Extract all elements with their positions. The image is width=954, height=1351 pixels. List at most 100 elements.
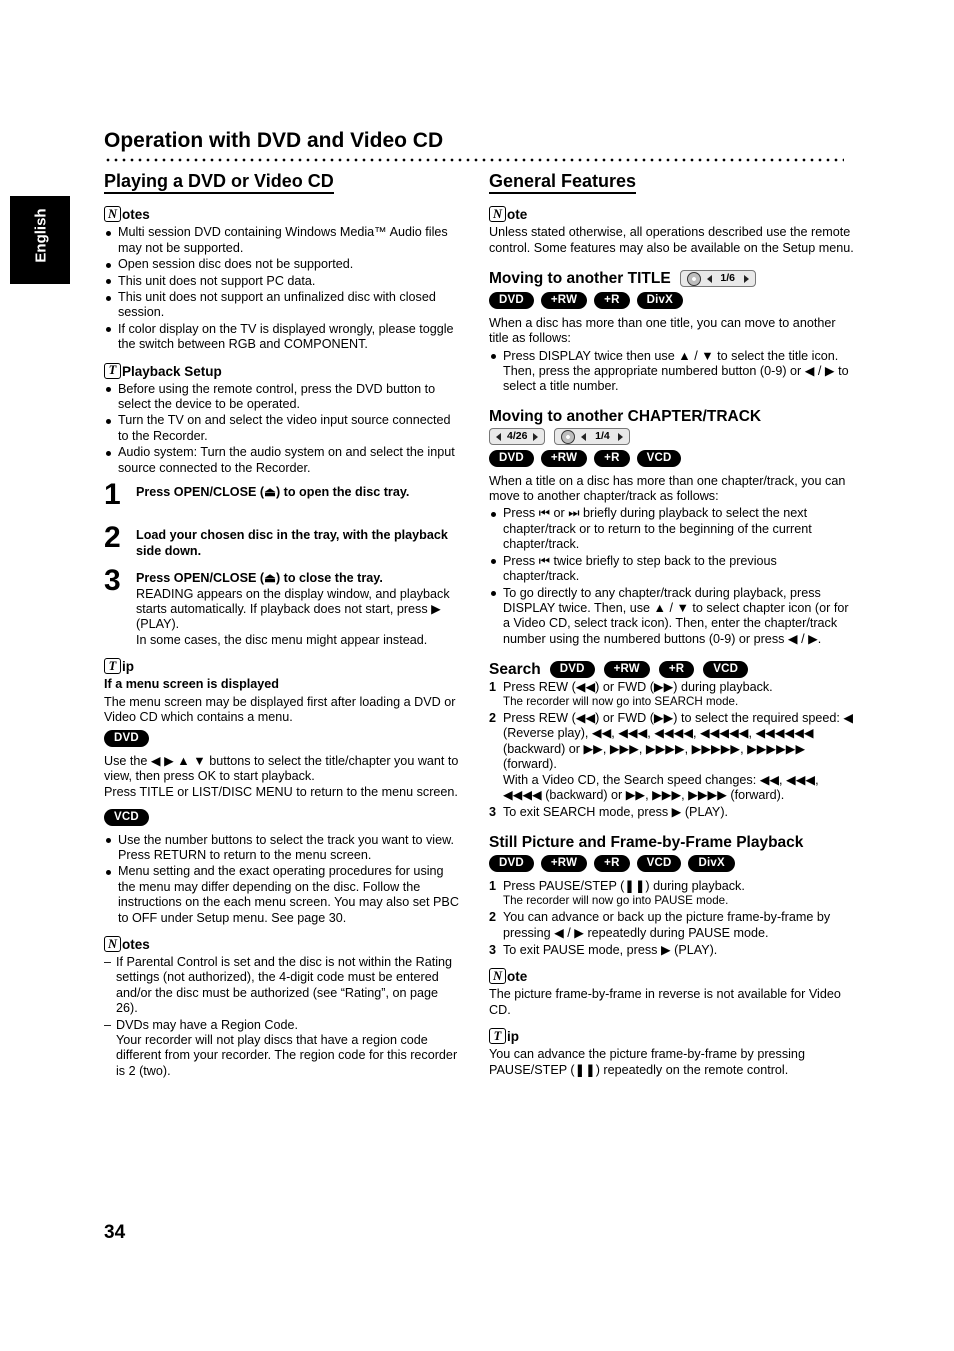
tip-header-menu: T ip [104,658,462,675]
header-dotted-rule [104,158,844,162]
right-arrow-icon [618,432,624,441]
badge-row-title: DVD +RW +R DivX [489,292,854,309]
title-section-list: Press DISPLAY twice then use ▲ / ▼ to se… [489,349,854,395]
list-item: Press ⏮ twice briefly to step back to th… [489,554,854,585]
heading-moving-title: Moving to another TITLE [489,270,671,288]
format-badge-dvd: DVD [489,292,534,309]
step-2: 2 Load your chosen disc in the tray, wit… [104,523,462,562]
note-label: ote [507,969,528,985]
left-arrow-icon [581,432,587,441]
format-badge-plusrw: +RW [603,661,650,678]
list-item: Press ⏮ or ⏭ briefly during playback to … [489,506,854,552]
format-badge-dvd: DVD [549,661,595,678]
notes-list-2: If Parental Control is set and the disc … [104,955,462,1079]
format-badge-plusrw: +RW [540,855,588,872]
note-header-general: N ote [489,206,854,223]
heading-still-picture: Still Picture and Frame-by-Frame Playbac… [489,833,804,851]
step-number: 1 [489,679,497,694]
document-page: English Operation with DVD and Video CD … [0,0,954,1351]
step-detail: The recorder will now go into SEARCH mod… [503,695,739,709]
list-item: Menu setting and the exact operating pro… [104,864,462,926]
step-number: 2 [104,521,121,555]
format-badge-plusr: +R [658,661,695,678]
page-number: 34 [104,1222,126,1243]
notes-label: otes [122,207,150,223]
page-title: Operation with DVD and Video CD [104,129,444,152]
step-text: To exit SEARCH mode, press ▶ (PLAY). [503,805,729,820]
language-side-tab: English [10,196,70,284]
format-badge-dvd: DVD [489,855,534,872]
notes-header-1: N otes [104,206,462,223]
vcd-menu-list: Use the number buttons to select the tra… [104,833,462,926]
list-item: This unit does not support PC data. [104,274,462,289]
chapter-section-list: Press ⏮ or ⏭ briefly during playback to … [489,506,854,647]
list-item: Turn the TV on and select the video inpu… [104,413,462,444]
osd-track-indicator: 1/4 [554,428,631,446]
list-item: Press DISPLAY twice then use ▲ / ▼ to se… [489,349,854,395]
chapter-section-intro: When a title on a disc has more than one… [489,473,846,504]
tip-icon: T [104,362,121,379]
playback-setup-label: Playback Setup [122,363,222,379]
title-section-intro: When a disc has more than one title, you… [489,315,836,346]
format-badge-plusrw: +RW [540,450,588,467]
format-badge-divx: DivX [636,292,683,309]
step-text: Press REW (◀◀) or FWD (▶▶) to select the… [503,711,854,803]
tip-label: ip [507,1029,519,1045]
format-badge-plusr: +R [594,292,630,309]
menu-screen-heading: If a menu screen is displayed [104,677,279,692]
step-number: 2 [489,711,497,726]
step-number: 2 [489,910,497,925]
list-item: Multi session DVD containing Windows Med… [104,225,462,256]
notes-header-2: N otes [104,936,462,952]
note-header-still: N ote [489,968,854,985]
step-number: 3 [104,564,121,598]
section-heading-playing: Playing a DVD or Video CD [104,172,334,195]
step-text: Press OPEN/CLOSE (⏏) to open the disc tr… [136,485,410,500]
badge-row-still: DVD +RW +R VCD DivX [489,855,854,872]
tip-header-still: T ip [489,1028,854,1045]
step-text: Press OPEN/CLOSE (⏏) to close the tray. [136,571,383,586]
badge-row-chapter: DVD +RW +R VCD [489,450,854,467]
badge-row-dvd: DVD [104,730,462,747]
note-icon: N [489,968,506,985]
step-number: 3 [489,805,497,820]
right-arrow-icon [533,432,539,441]
format-badge-plusrw: +RW [540,292,588,309]
tip-icon: T [489,1028,506,1045]
format-badge-vcd: VCD [104,809,149,826]
step-number: 1 [489,878,497,893]
osd-chapter-row: 4/26 1/4 [489,428,854,446]
tip-label: ip [122,659,134,675]
list-item: Audio system: Turn the audio system on a… [104,445,462,476]
step-1: 1 Press OPEN/CLOSE (⏏) to open the disc … [104,480,462,519]
still-note-text: The picture frame-by-frame in reverse is… [489,987,841,1017]
format-badge-vcd: VCD [636,855,682,872]
general-note-text: Unless stated otherwise, all operations … [489,225,854,255]
search-step-3: 3 To exit SEARCH mode, press ▶ (PLAY). [489,805,854,820]
playback-setup-header: T Playback Setup [104,362,462,379]
still-step-1: 1 Press PAUSE/STEP (❚❚) during playback.… [489,879,854,908]
list-item: To go directly to any chapter/track duri… [489,586,854,648]
left-arrow-icon [706,274,712,283]
format-badge-dvd: DVD [489,450,534,467]
search-step-1: 1 Press REW (◀◀) or FWD (▶▶) during play… [489,680,854,709]
dvd-menu-text: Use the ◀ ▶ ▲ ▼ buttons to select the ti… [104,753,459,799]
still-step-3: 3 To exit PAUSE mode, press ▶ (PLAY). [489,943,854,958]
heading-moving-chapter: Moving to another CHAPTER/TRACK [489,407,762,425]
note-label: ote [507,207,528,223]
step-number: 3 [489,943,497,957]
list-item: Open session disc does not be supported. [104,257,462,272]
badge-row-vcd: VCD [104,809,462,826]
still-step-2: 2 You can advance or back up the picture… [489,910,854,941]
step-3: 3 Press OPEN/CLOSE (⏏) to close the tray… [104,566,462,648]
step-text: To exit PAUSE mode, press ▶ (PLAY). [503,943,718,957]
title-section-header: Moving to another TITLE 1/6 [489,270,854,288]
left-arrow-icon [496,432,501,441]
step-text: Press REW (◀◀) or FWD (▶▶) during playba… [503,679,773,694]
format-badge-plusr: +R [594,450,630,467]
osd-chapter-value: 4/26 [507,429,528,442]
language-side-tab-label: English [32,208,50,263]
format-badge-plusr: +R [594,855,630,872]
tip-icon: T [104,658,121,675]
search-section-header: Search DVD +RW +R VCD [489,661,854,678]
